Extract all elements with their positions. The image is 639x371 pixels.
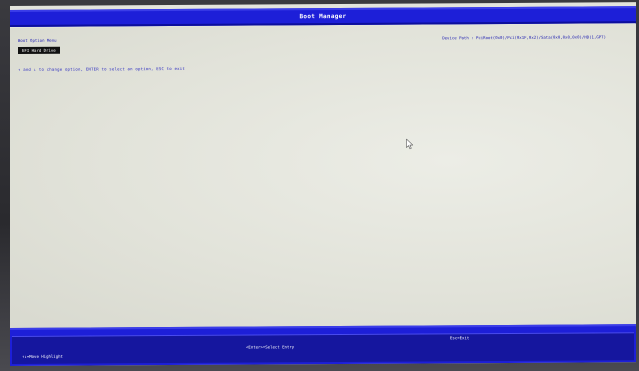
footer-bar: ↑↓=Move Highlight <Enter>=Select Entry E…: [10, 324, 636, 367]
footer-move-hint: ↑↓=Move Highlight: [22, 353, 63, 359]
window-title: Boot Manager: [299, 12, 347, 21]
boot-option-item[interactable]: EFI Hard Drive: [18, 46, 60, 54]
boot-menu-panel: Boot Option Menu EFI Hard Drive ↑ and ↓ …: [10, 24, 636, 329]
help-text: ↑ and ↓ to change option, ENTER to selec…: [18, 65, 185, 72]
footer-enter-hint: <Enter>=Select Entry: [246, 344, 295, 350]
mouse-pointer-icon: [406, 138, 414, 150]
device-path-text: Device Path : PciRoot(0x0)/Pci(0x1F,0x2)…: [442, 34, 606, 41]
footer-inner: [12, 332, 634, 364]
section-label: Boot Option Menu: [18, 37, 57, 43]
footer-esc-hint: Esc=Exit: [450, 335, 470, 341]
bios-screen: Boot Manager Boot Option Menu EFI Hard D…: [10, 2, 636, 367]
monitor-bezel: Boot Manager Boot Option Menu EFI Hard D…: [0, 0, 639, 371]
